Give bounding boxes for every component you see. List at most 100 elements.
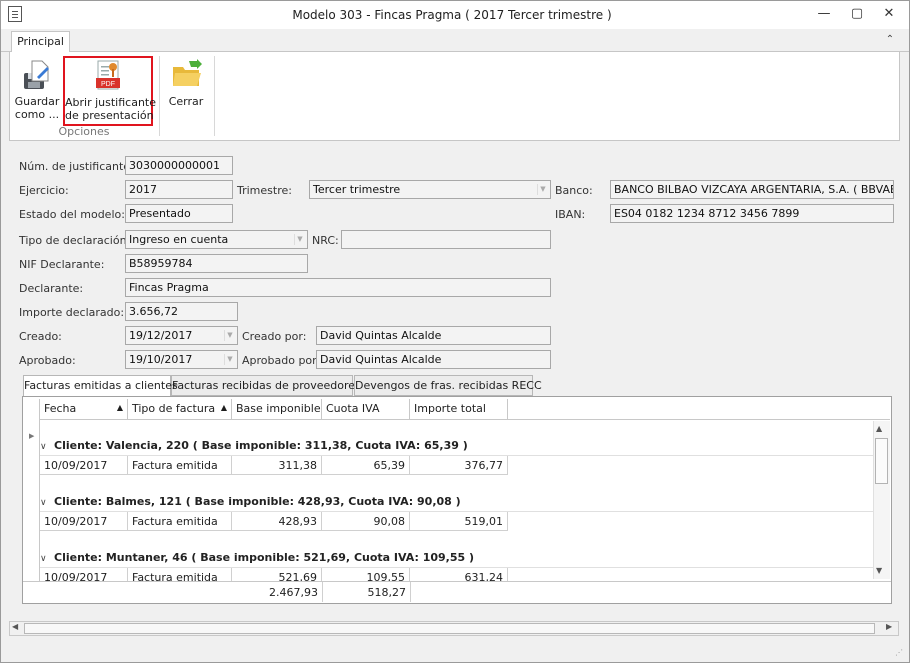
close-button[interactable]: ✕ bbox=[875, 4, 903, 24]
sort-asc-icon: ▲ bbox=[220, 403, 227, 412]
trimestre-label: Trimestre: bbox=[237, 184, 292, 197]
cell-importe[interactable]: 376,77 bbox=[410, 456, 508, 475]
tab-principal[interactable]: Principal bbox=[11, 31, 70, 53]
open-receipt-label: Abrir justificante de presentación bbox=[65, 96, 157, 122]
chevron-down-icon[interactable]: ▼ bbox=[294, 234, 305, 245]
scroll-left-icon[interactable]: ◀ bbox=[12, 622, 18, 631]
num-justificante-field[interactable]: 3030000000001 bbox=[125, 156, 233, 175]
estado-field[interactable]: Presentado bbox=[125, 204, 233, 223]
maximize-button[interactable]: ▢ bbox=[843, 4, 871, 24]
cell-cuota[interactable]: 109,55 bbox=[322, 568, 410, 581]
column-header-tipo-label: Tipo de factura bbox=[132, 402, 216, 415]
group-row[interactable]: ∨ Cliente: Muntaner, 46 ( Base imponible:… bbox=[40, 548, 474, 568]
grid-footer bbox=[23, 581, 891, 603]
horizontal-scroll-thumb[interactable] bbox=[24, 623, 875, 634]
save-as-button[interactable]: Guardar como ... bbox=[14, 53, 60, 125]
cell-importe[interactable]: 631,24 bbox=[410, 568, 508, 581]
cell-tipo[interactable]: Factura emitida bbox=[128, 456, 232, 475]
cell-tipo[interactable]: Factura emitida bbox=[128, 568, 232, 581]
creado-date[interactable]: 19/12/2017 ▼ bbox=[125, 326, 238, 345]
close-form-label: Cerrar bbox=[168, 95, 204, 108]
minimize-button[interactable]: — bbox=[810, 4, 838, 24]
tipo-declaracion-label: Tipo de declaración: bbox=[19, 234, 131, 247]
cell-base[interactable]: 311,38 bbox=[232, 456, 322, 475]
group-row[interactable]: ∨ Cliente: Balmes, 121 ( Base imponible: … bbox=[40, 492, 461, 512]
scroll-up-icon[interactable]: ▲ bbox=[876, 424, 882, 433]
window-title: Modelo 303 - Fincas Pragma ( 2017 Tercer… bbox=[292, 8, 612, 22]
group-header: Cliente: Muntaner, 46 ( Base imponible: … bbox=[54, 551, 475, 564]
cell-importe[interactable]: 519,01 bbox=[410, 512, 508, 531]
column-header-importe[interactable]: Importe total bbox=[410, 399, 508, 420]
cell-cuota[interactable]: 90,08 bbox=[322, 512, 410, 531]
ribbon-group-label: Opciones bbox=[58, 125, 110, 138]
banco-field[interactable]: BANCO BILBAO VIZCAYA ARGENTARIA, S.A. ( … bbox=[610, 180, 894, 199]
creado-label: Creado: bbox=[19, 330, 62, 343]
chevron-down-icon[interactable]: ▼ bbox=[537, 184, 548, 195]
nrc-label: NRC: bbox=[312, 234, 339, 247]
cell-fecha[interactable]: 10/09/2017 bbox=[40, 568, 128, 581]
cell-tipo[interactable]: Factura emitida bbox=[128, 512, 232, 531]
pdf-icon: PDF bbox=[96, 60, 120, 90]
declarante-label: Declarante: bbox=[19, 282, 84, 295]
nrc-field[interactable] bbox=[341, 230, 551, 249]
declarante-field[interactable]: Fincas Pragma bbox=[125, 278, 551, 297]
banco-label: Banco: bbox=[555, 184, 593, 197]
total-cuota: 518,27 bbox=[367, 586, 407, 599]
scroll-down-icon[interactable]: ▼ bbox=[876, 566, 882, 575]
nif-field[interactable]: B58959784 bbox=[125, 254, 308, 273]
importe-field[interactable]: 3.656,72 bbox=[125, 302, 238, 321]
open-receipt-button[interactable]: PDF Abrir justificante de presentación bbox=[63, 56, 157, 126]
ribbon-tab-strip bbox=[1, 29, 909, 52]
column-header-base[interactable]: Base imponible bbox=[232, 399, 322, 420]
creado-por-label: Creado por: bbox=[242, 330, 307, 343]
ejercicio-field[interactable]: 2017 bbox=[125, 180, 233, 199]
scroll-thumb[interactable] bbox=[875, 438, 888, 484]
tab-facturas-emitidas[interactable]: Facturas emitidas a clientes bbox=[23, 375, 178, 397]
group-header: Cliente: Valencia, 220 ( Base imponible:… bbox=[54, 439, 468, 452]
tipo-declaracion-select[interactable]: Ingreso en cuenta ▼ bbox=[125, 230, 308, 249]
num-justificante-label: Núm. de justificante: bbox=[19, 160, 134, 173]
tipo-declaracion-value: Ingreso en cuenta bbox=[129, 233, 229, 246]
importe-label: Importe declarado: bbox=[19, 306, 125, 319]
column-header-fecha-label: Fecha bbox=[44, 402, 77, 415]
trimestre-select[interactable]: Tercer trimestre ▼ bbox=[309, 180, 551, 199]
cell-cuota[interactable]: 65,39 bbox=[322, 456, 410, 475]
chevron-down-icon[interactable]: ▼ bbox=[224, 354, 235, 365]
column-header-cuota[interactable]: Cuota IVA bbox=[322, 399, 410, 420]
cell-base[interactable]: 521,69 bbox=[232, 568, 322, 581]
resize-grip-icon[interactable]: ⋰ bbox=[895, 648, 907, 660]
creado-por-field[interactable]: David Quintas Alcalde bbox=[316, 326, 551, 345]
iban-label: IBAN: bbox=[555, 208, 586, 221]
estado-label: Estado del modelo: bbox=[19, 208, 125, 221]
chevron-down-icon[interactable]: ∨ bbox=[40, 437, 54, 457]
chevron-down-icon[interactable]: ▼ bbox=[224, 330, 235, 341]
column-header-fecha[interactable]: Fecha ▲ bbox=[40, 399, 128, 420]
tab-facturas-recibidas[interactable]: Facturas recibidas de proveedores bbox=[171, 375, 361, 396]
aprobado-por-field[interactable]: David Quintas Alcalde bbox=[316, 350, 551, 369]
creado-value: 19/12/2017 bbox=[129, 329, 193, 342]
row-indicator-icon: ▶ bbox=[29, 432, 35, 440]
ribbon-separator bbox=[159, 56, 160, 136]
nif-label: NIF Declarante: bbox=[19, 258, 105, 271]
close-form-button[interactable]: Cerrar bbox=[163, 53, 209, 125]
clipped-row: 10/09/2017 Factura emitida 521,69 109,55… bbox=[40, 568, 873, 581]
ribbon-separator bbox=[214, 56, 215, 136]
aprobado-label: Aprobado: bbox=[19, 354, 76, 367]
chevron-down-icon[interactable]: ∨ bbox=[40, 493, 54, 513]
collapse-ribbon-icon[interactable]: ⌃ bbox=[884, 34, 896, 46]
iban-field[interactable]: ES04 0182 1234 8712 3456 7899 bbox=[610, 204, 894, 223]
chevron-down-icon[interactable]: ∨ bbox=[40, 549, 54, 569]
sort-asc-icon: ▲ bbox=[116, 403, 123, 412]
aprobado-value: 19/10/2017 bbox=[129, 353, 193, 366]
aprobado-date[interactable]: 19/10/2017 ▼ bbox=[125, 350, 238, 369]
header-filler bbox=[508, 399, 890, 420]
group-row[interactable]: ∨ Cliente: Valencia, 220 ( Base imponible… bbox=[40, 436, 468, 456]
tab-devengos-recc[interactable]: Devengos de fras. recibidas RECC bbox=[354, 375, 542, 396]
scroll-right-icon[interactable]: ▶ bbox=[886, 622, 892, 631]
cell-fecha[interactable]: 10/09/2017 bbox=[40, 456, 128, 475]
cell-fecha[interactable]: 10/09/2017 bbox=[40, 512, 128, 531]
save-as-icon bbox=[24, 60, 49, 89]
folder-close-icon bbox=[173, 59, 202, 86]
cell-base[interactable]: 428,93 bbox=[232, 512, 322, 531]
column-header-tipo[interactable]: Tipo de factura ▲ bbox=[128, 399, 232, 420]
